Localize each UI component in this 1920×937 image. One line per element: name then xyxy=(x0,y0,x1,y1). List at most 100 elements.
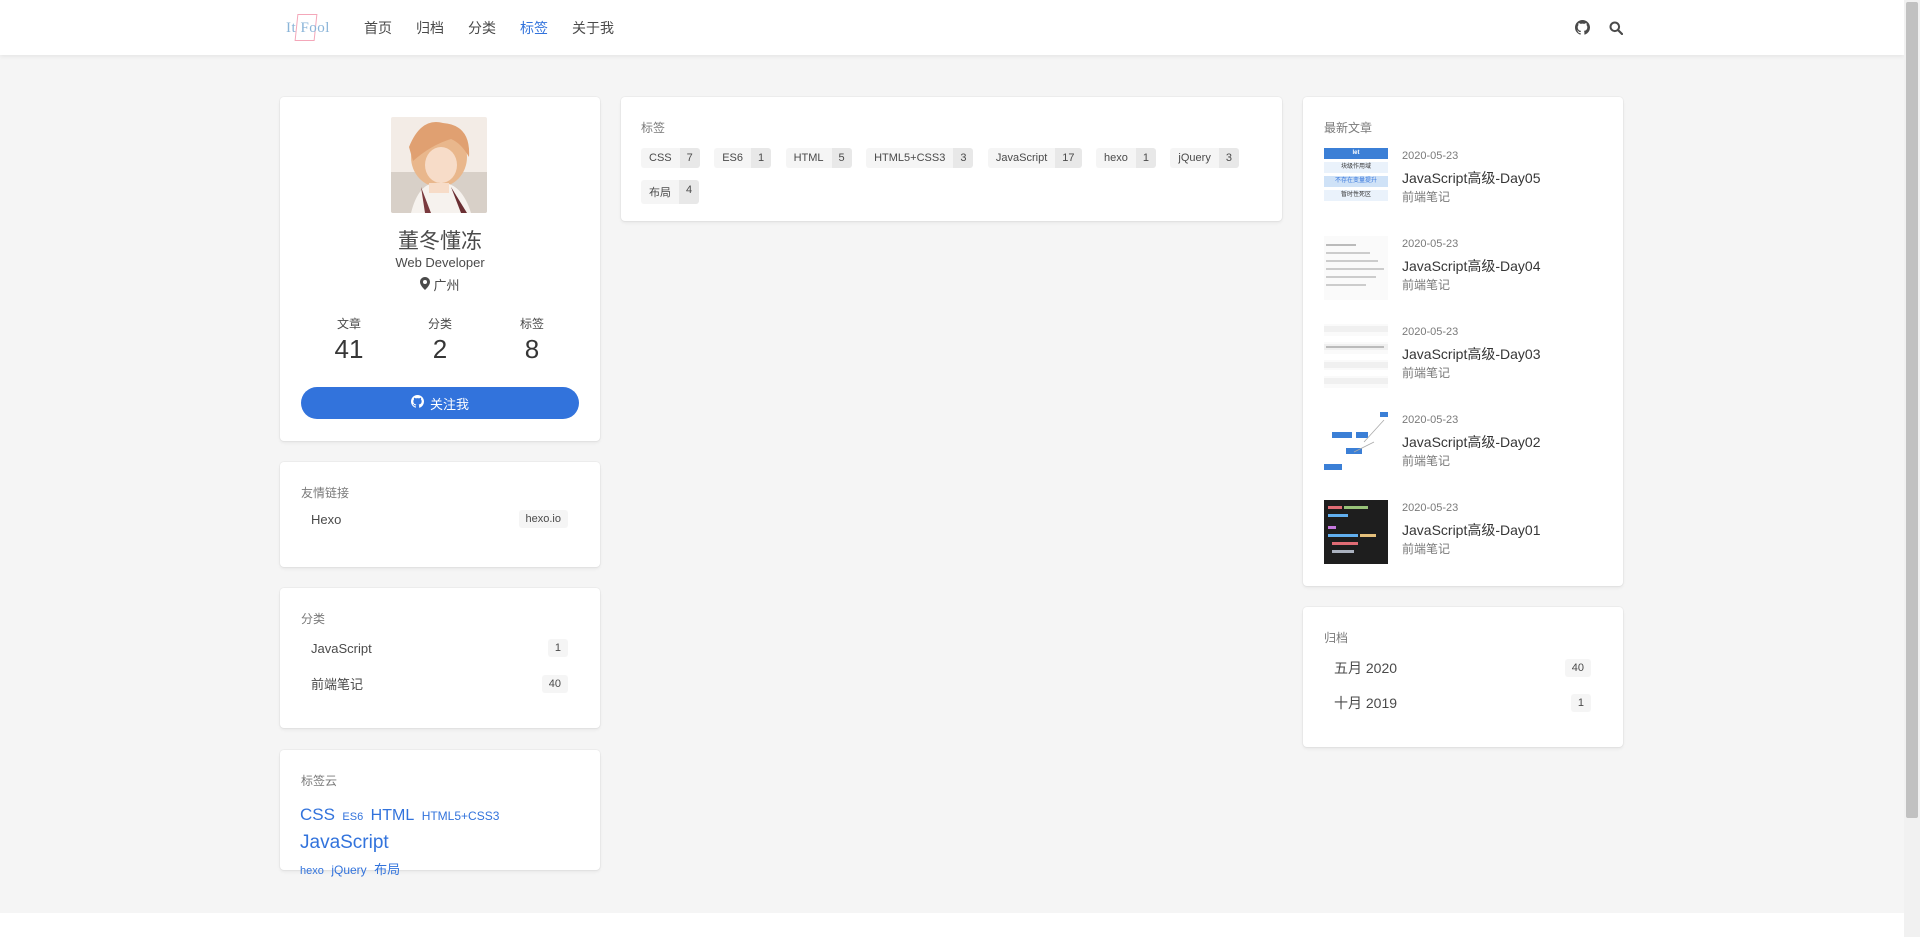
link-host: hexo.io xyxy=(518,510,568,528)
thumb-line: 块级作用域 xyxy=(1324,162,1388,173)
author-title: Web Developer xyxy=(395,255,485,270)
post-date: 2020-05-23 xyxy=(1402,502,1459,514)
category-name: 前端笔记 xyxy=(311,677,364,692)
cloud-tag[interactable]: ES6 xyxy=(342,811,363,823)
recent-post[interactable]: 2020-05-23 JavaScript高级-Day03 前端笔记 xyxy=(1324,324,1604,388)
post-category: 前端笔记 xyxy=(1402,190,1451,204)
post-thumbnail: let 块级作用域 不存在变量提升 暂时性死区 xyxy=(1324,148,1388,212)
category-item[interactable]: 前端笔记 40 xyxy=(311,674,568,693)
cloud-tag[interactable]: JavaScript xyxy=(300,832,389,853)
site-logo[interactable]: It Fool xyxy=(282,12,334,44)
tag-jquery[interactable]: jQuery 3 xyxy=(1170,148,1239,168)
tag-count: 7 xyxy=(679,148,700,168)
tag-es6[interactable]: ES6 1 xyxy=(714,148,772,168)
scrollbar-thumb[interactable] xyxy=(1906,2,1918,818)
nav-about[interactable]: 关于我 xyxy=(572,18,614,38)
navbar: It Fool 首页 归档 分类 标签 关于我 xyxy=(0,0,1904,55)
tag-count: 5 xyxy=(831,148,852,168)
archive-item[interactable]: 十月 2019 1 xyxy=(1334,693,1591,713)
categories-card: 分类 JavaScript 1 前端笔记 40 xyxy=(280,588,600,728)
cloud-tag[interactable]: HTML xyxy=(371,807,415,824)
post-title: JavaScript高级-Day05 xyxy=(1402,170,1541,186)
archive-count: 40 xyxy=(1564,659,1591,677)
thumb-line: 暂时性死区 xyxy=(1324,190,1388,201)
tag-html[interactable]: HTML 5 xyxy=(785,148,852,168)
thumb-line: let xyxy=(1324,148,1388,159)
recent-posts-card: 最新文章 let 块级作用域 不存在变量提升 暂时性死区 2020-05-23 … xyxy=(1303,97,1623,586)
post-title: JavaScript高级-Day02 xyxy=(1402,434,1541,450)
post-thumbnail xyxy=(1324,500,1388,564)
tag-html5-css3[interactable]: HTML5+CSS3 3 xyxy=(866,148,974,168)
tag-name: JavaScript xyxy=(987,148,1056,168)
cloud-tag[interactable]: hexo xyxy=(300,865,324,877)
nav-tags[interactable]: 标签 xyxy=(520,18,548,38)
tag-count: 17 xyxy=(1055,148,1082,168)
footer xyxy=(0,913,1904,937)
archive-month: 五月 2020 xyxy=(1334,660,1398,676)
stat-value: 41 xyxy=(334,334,364,364)
cloud-tag[interactable]: HTML5+CSS3 xyxy=(422,809,500,823)
tag-count: 3 xyxy=(953,148,974,168)
archive-label: 归档 xyxy=(1324,631,1349,645)
stat-tags[interactable]: 标签 8 xyxy=(487,315,577,365)
tagcloud-card: 标签云 CSS ES6 HTML HTML5+CSS3 JavaScript h… xyxy=(280,750,600,877)
github-icon[interactable] xyxy=(1572,18,1592,38)
author-avatar xyxy=(391,117,487,213)
tag-css[interactable]: CSS 7 xyxy=(641,148,700,168)
link-name: Hexo xyxy=(311,511,342,527)
cloud-tag[interactable]: jQuery xyxy=(331,863,366,877)
tag-javascript[interactable]: JavaScript 17 xyxy=(987,148,1082,168)
cloud-tag[interactable]: 布局 xyxy=(374,862,400,877)
recent-post[interactable]: 2020-05-23 JavaScript高级-Day04 前端笔记 xyxy=(1324,236,1604,300)
post-thumbnail xyxy=(1324,412,1388,476)
tags-list: CSS 7 ES6 1 HTML 5 HTML5+CSS3 3 JavaScript 17… xyxy=(641,148,1261,216)
links-card: 友情链接 Hexo hexo.io xyxy=(280,462,600,567)
logo-text: It Fool xyxy=(286,19,330,36)
post-category: 前端笔记 xyxy=(1402,278,1451,292)
nav-home[interactable]: 首页 xyxy=(364,18,392,38)
post-date: 2020-05-23 xyxy=(1402,150,1459,162)
post-date: 2020-05-23 xyxy=(1402,414,1459,426)
nav-archives[interactable]: 归档 xyxy=(416,18,444,38)
tag-count: 3 xyxy=(1218,148,1239,168)
profile-card: 董冬懂冻 Web Developer 广州 文章 41 分类 2 标签 8 关注… xyxy=(280,97,600,441)
post-category: 前端笔记 xyxy=(1402,366,1451,380)
cloud-tag[interactable]: CSS xyxy=(300,805,335,824)
archive-card: 归档 五月 2020 40 十月 2019 1 xyxy=(1303,607,1623,747)
tag-hexo[interactable]: hexo 1 xyxy=(1095,148,1156,168)
post-category: 前端笔记 xyxy=(1402,542,1451,556)
tag-name: HTML xyxy=(785,148,832,168)
tag-layout[interactable]: 布局 4 xyxy=(641,180,700,204)
tag-name: hexo xyxy=(1095,148,1136,168)
post-title: JavaScript高级-Day04 xyxy=(1402,258,1541,274)
tag-count: 1 xyxy=(1135,148,1156,168)
stat-posts[interactable]: 文章 41 xyxy=(304,315,394,365)
tag-name: CSS xyxy=(641,148,680,168)
stat-categories[interactable]: 分类 2 xyxy=(395,315,485,365)
tag-name: ES6 xyxy=(714,148,751,168)
stat-value: 2 xyxy=(432,334,448,364)
tag-count: 1 xyxy=(751,148,772,168)
follow-button[interactable]: 关注我 xyxy=(301,387,579,419)
tag-count: 4 xyxy=(679,180,700,204)
nav-icons xyxy=(1572,0,1640,55)
stat-label: 文章 xyxy=(336,317,361,331)
recent-post[interactable]: let 块级作用域 不存在变量提升 暂时性死区 2020-05-23 JavaS… xyxy=(1324,148,1604,212)
nav-categories[interactable]: 分类 xyxy=(468,18,496,38)
recent-label: 最新文章 xyxy=(1324,121,1373,135)
recent-post[interactable]: 2020-05-23 JavaScript高级-Day02 前端笔记 xyxy=(1324,412,1604,476)
archive-count: 1 xyxy=(1570,694,1591,712)
recent-post[interactable]: 2020-05-23 JavaScript高级-Day01 前端笔记 xyxy=(1324,500,1604,564)
search-icon[interactable] xyxy=(1606,18,1626,38)
stat-label: 分类 xyxy=(427,317,452,331)
stat-label: 标签 xyxy=(519,317,544,331)
tag-cloud: CSS ES6 HTML HTML5+CSS3 JavaScript hexo … xyxy=(300,802,580,884)
categories-label: 分类 xyxy=(301,612,326,626)
post-title: JavaScript高级-Day03 xyxy=(1402,346,1541,362)
post-date: 2020-05-23 xyxy=(1402,326,1459,338)
category-item[interactable]: JavaScript 1 xyxy=(311,639,568,657)
link-item-hexo[interactable]: Hexo hexo.io xyxy=(311,510,568,528)
category-name: JavaScript xyxy=(311,640,372,656)
category-count: 40 xyxy=(541,674,568,693)
archive-item[interactable]: 五月 2020 40 xyxy=(1334,658,1591,678)
